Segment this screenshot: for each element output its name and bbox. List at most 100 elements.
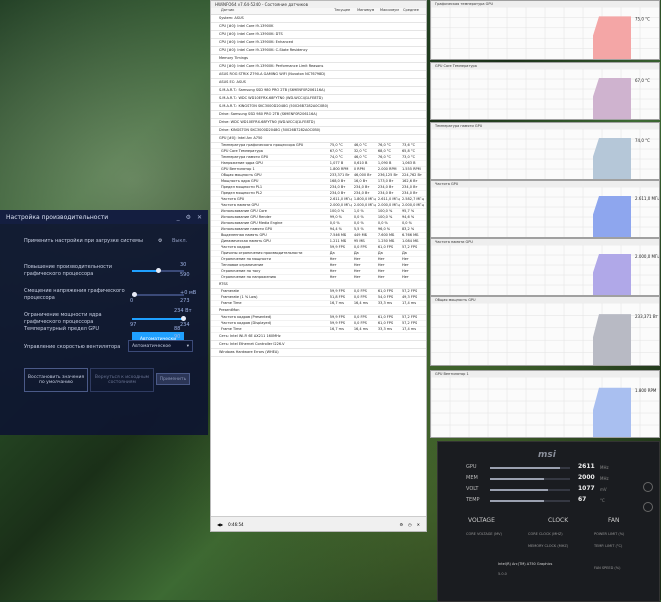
- graph-plot: 1.800 RPM: [431, 377, 659, 437]
- sensor-graph[interactable]: Температура памяти GPU 74,0 °C: [430, 122, 660, 180]
- perf-boost-slider[interactable]: [132, 268, 184, 273]
- graph-value: 67,0 °C: [635, 78, 650, 83]
- sensor-group[interactable]: Сеть: Intel Ethernet Controller I226-V: [211, 341, 426, 349]
- sensor-value: Нет: [377, 275, 385, 279]
- sensor-value: 234,0 Вт: [401, 185, 418, 189]
- sensor-group[interactable]: S.M.A.R.T.: KINGSTON SKC3000D2048G (5002…: [211, 103, 426, 111]
- minimize-icon[interactable]: _: [177, 214, 180, 221]
- sensor-group[interactable]: Сеть: Intel Wi-Fi 6E AX211 160MHz: [211, 333, 426, 341]
- sensor-value: 0,0 %: [401, 221, 412, 225]
- tab-fan[interactable]: FAN: [608, 517, 620, 524]
- graph-plot: 74,0 °C: [431, 129, 659, 179]
- power-limit-slider[interactable]: [132, 316, 186, 321]
- sensor-group[interactable]: Drive: WDC WD10EFRX-68FYTN0 (WD-WCC4J1LF…: [211, 119, 426, 127]
- sensor-group[interactable]: Windows Hardware Errors (WHEA): [211, 349, 426, 357]
- sensor-graph[interactable]: Частота памяти GPU 2.000,0 МГц: [430, 238, 660, 296]
- sensor-value: 59,9 FPS: [329, 245, 346, 249]
- sensor-value: 2.611,0 МГц: [377, 197, 400, 201]
- settings-icon[interactable]: [643, 482, 653, 492]
- sensor-value: 16,4 ms: [353, 327, 368, 331]
- sensor-group[interactable]: RTSS: [211, 281, 426, 289]
- restore-defaults-button[interactable]: Восстановить значения по умолчанию: [24, 368, 88, 392]
- power-limit-sub: 234: [180, 322, 190, 328]
- close-icon[interactable]: ✕: [197, 214, 202, 221]
- voltage-knob[interactable]: [132, 292, 137, 297]
- sensor-value: 83,2 %: [401, 227, 415, 231]
- sensor-name: Температура графического процессора GPU: [221, 143, 304, 147]
- sensor-name: Температура памяти GPU: [221, 155, 269, 159]
- sensor-group[interactable]: GPU [#0]: Intel Arc A750: [211, 135, 426, 143]
- sensor-group[interactable]: CPU [#0]: Intel Core i9-13900K: DTS: [211, 31, 426, 39]
- sensor-name: Мощность ядра GPU: [221, 179, 259, 183]
- sensor-group[interactable]: CPU [#0]: Intel Core i9-13900K: C-State …: [211, 47, 426, 55]
- sensor-group[interactable]: CPU [#0]: Intel Core i9-13900K: Enhanced: [211, 39, 426, 47]
- sensor-graph[interactable]: Общая мощность GPU 233,371 Вт: [430, 296, 660, 366]
- sensor-group[interactable]: Drive: KINGSTON SKC3000D2048G (50026B728…: [211, 127, 426, 135]
- apply-on-boot-toggle[interactable]: Выкл.: [172, 238, 187, 244]
- sensor-value: 2.000,0 МГц: [401, 203, 424, 207]
- sensor-value: 73,6 °C: [401, 143, 416, 147]
- sensor-value: 65,8 °C: [401, 149, 416, 153]
- sensor-value: 2.000,0 МГц: [353, 203, 376, 207]
- sensor-value: Нет: [401, 275, 409, 279]
- close-icon[interactable]: ✕: [417, 522, 426, 527]
- sensor-value: 46,0 °C: [353, 155, 367, 159]
- sensor-graph[interactable]: Частота GPU 2.611,0 МГц: [430, 180, 660, 238]
- graph-series: [593, 196, 631, 237]
- apply-button[interactable]: Применить: [156, 373, 190, 385]
- sensor-value: 46,0 °C: [353, 143, 367, 147]
- fan-mode-select[interactable]: Автоматическое ▾: [128, 340, 193, 352]
- sensor-value: 162,6 Вт: [401, 179, 418, 183]
- col-min[interactable]: Минимум: [357, 8, 380, 14]
- sensor-group[interactable]: Drive: Samsung SSD 980 PRO 2TB (S69ENF0R…: [211, 111, 426, 119]
- hwinfo-window: HWiNFO64 v7.64-5240 - Состояние датчиков…: [210, 0, 427, 532]
- power-limit-knob[interactable]: [181, 316, 186, 321]
- sensor-name: Ограничение по току: [221, 269, 261, 273]
- sensor-group[interactable]: ASUS ROG STRIX Z790-A GAMING WIFI (Nuvot…: [211, 71, 426, 79]
- sensor-value: 59,9 FPS: [329, 289, 346, 293]
- sensor-value: 76,0 °C: [377, 155, 391, 159]
- col-max[interactable]: Максимум: [380, 8, 403, 14]
- sensor-graph[interactable]: GPU Core Температура 67,0 °C: [430, 62, 660, 120]
- sensor-name: Использование GPU Media Engine: [221, 221, 283, 225]
- sensor-group[interactable]: System: ASUS: [211, 15, 426, 23]
- sensor-value: 1,0 %: [353, 209, 364, 213]
- ab-row-bar: [490, 478, 570, 480]
- sensor-graph[interactable]: GPU Вентилятор 1 1.800 RPM: [430, 370, 660, 438]
- gpu-name: Intel(R) Arc(TM) A750 Graphics: [498, 562, 553, 566]
- sensor-group[interactable]: PresentMon: [211, 307, 426, 315]
- sensor-group[interactable]: S.M.A.R.T.: WDC WD10EFRX-68FYTN0 (WD-WCC…: [211, 95, 426, 103]
- tab-voltage[interactable]: VOLTAGE: [468, 517, 495, 524]
- perf-boost-knob[interactable]: [156, 268, 161, 273]
- settings-icon[interactable]: ⚙: [186, 214, 191, 221]
- sensor-value: 1.084 МБ: [401, 239, 419, 243]
- sensor-value: 95 МБ: [353, 239, 365, 243]
- sensor-value: 7.600 МБ: [377, 233, 395, 237]
- apply-on-boot-label: Применить настройки при загрузке системы: [24, 238, 143, 244]
- sensor-group[interactable]: Memory Timings: [211, 55, 426, 63]
- sensor-group[interactable]: S.M.A.R.T.: Samsung SSD 980 PRO 2TB (S69…: [211, 87, 426, 95]
- tab-clock[interactable]: CLOCK: [548, 517, 568, 524]
- sensor-group[interactable]: ASUS EC: ASUS: [211, 79, 426, 87]
- voltage-slider[interactable]: [132, 292, 184, 297]
- settings-icon[interactable]: ⚙: [400, 522, 404, 527]
- reset-icon[interactable]: [643, 502, 653, 512]
- sensor-group[interactable]: CPU [#0]: Intel Core i9-13900K: Performa…: [211, 63, 426, 71]
- col-sensor[interactable]: Датчик: [211, 8, 334, 14]
- sensor-value: Нет: [353, 257, 361, 261]
- nav-arrows-icon[interactable]: ◀▶: [217, 522, 223, 527]
- sensor-group[interactable]: CPU [#0]: Intel Core i9-13900K: [211, 23, 426, 31]
- sensor-name: Тепловое ограничение: [221, 263, 264, 267]
- sensor-value: Нет: [401, 263, 409, 267]
- graph-plot: 2.000,0 МГц: [431, 245, 659, 295]
- sensor-value: 61,0 FPS: [377, 289, 394, 293]
- col-avg[interactable]: Среднее: [403, 8, 426, 14]
- col-current[interactable]: Текущее: [334, 8, 357, 14]
- sensor-name: Предел мощности PL2: [221, 191, 263, 195]
- clock-icon[interactable]: ◷: [408, 522, 412, 527]
- revert-button[interactable]: Вернуться к исходным состояниям: [90, 368, 154, 392]
- sensor-value: 54,0 FPS: [377, 295, 394, 299]
- graph-series: [593, 387, 631, 437]
- sensor-value: 74,0 °C: [329, 155, 343, 159]
- sensor-graph[interactable]: Графическая температура GPU 75,0 °C: [430, 0, 660, 60]
